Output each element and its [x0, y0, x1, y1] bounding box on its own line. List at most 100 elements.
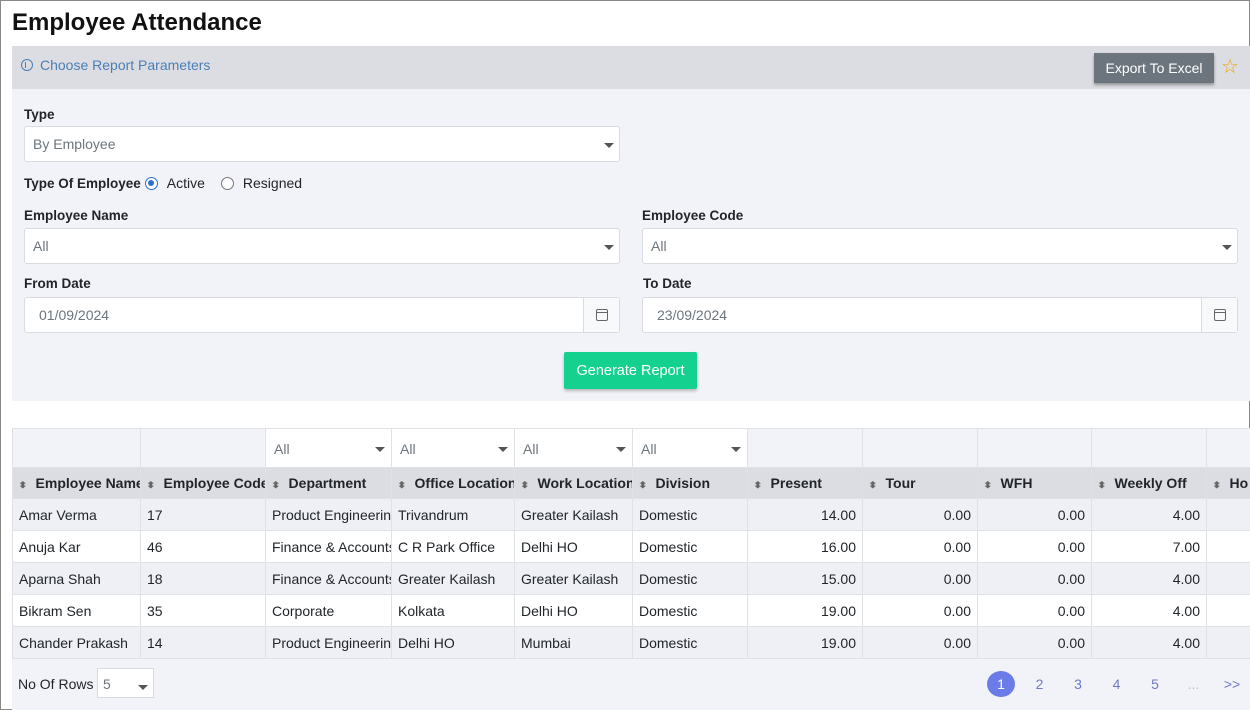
table-cell: Finance & Accounts [265, 562, 392, 595]
column-header[interactable]: ⬍ Department [265, 467, 392, 499]
filter-cell: All [265, 428, 392, 468]
chevron-down-icon [498, 447, 508, 452]
column-filter-select[interactable]: All [516, 433, 632, 463]
calendar-icon [596, 309, 608, 321]
export-to-excel-button[interactable]: Export To Excel [1094, 53, 1214, 83]
column-filter-select[interactable]: All [634, 433, 747, 463]
favorite-star-icon[interactable]: ☆ [1221, 54, 1239, 79]
sort-icon[interactable]: ⬍ [1212, 480, 1221, 491]
employee-name-select[interactable]: All [24, 228, 620, 264]
column-header[interactable]: ⬍ Weekly Off [1091, 467, 1207, 499]
sort-icon[interactable]: ⬍ [397, 480, 406, 491]
to-date-input[interactable]: 23/09/2024 [642, 297, 1238, 333]
filter-cell-empty [747, 428, 863, 468]
table-cell: 4.00 [1091, 562, 1207, 595]
page-button[interactable]: 2 [1026, 671, 1054, 697]
table-row[interactable]: Chander Prakash 14 Product Engineering Delh… [12, 626, 1250, 658]
page-button[interactable]: 5 [1141, 671, 1169, 697]
chevron-down-icon [616, 447, 626, 452]
column-header[interactable]: ⬍ Work Location [514, 467, 633, 499]
table-cell: Greater Kailash [514, 562, 633, 595]
column-header-label: Ho [1229, 475, 1249, 491]
radio-resigned[interactable] [220, 176, 234, 190]
table-cell: Product Engineering [265, 626, 392, 658]
calendar-icon [1214, 309, 1226, 321]
sort-icon[interactable]: ⬍ [753, 480, 762, 491]
table-cell: 15.00 [747, 562, 863, 595]
employee-code-label: Employee Code [642, 208, 744, 223]
table-cell: Corporate [265, 594, 392, 627]
column-filter-select[interactable]: All [267, 433, 391, 463]
table-cell: 0.00 [977, 498, 1092, 531]
column-header[interactable]: ⬍ Employee Code [140, 467, 266, 499]
column-header-label: Tour [885, 475, 916, 491]
params-bar: Choose Report Parameters Export To Excel… [12, 46, 1250, 89]
table-row[interactable]: Aparna Shah 18 Finance & Accounts Greater K… [12, 562, 1250, 595]
radio-active[interactable] [144, 176, 158, 190]
column-header[interactable]: ⬍ WFH [977, 467, 1092, 499]
generate-report-button[interactable]: Generate Report [564, 352, 697, 389]
table-cell [1206, 530, 1250, 563]
table-cell: Domestic [632, 498, 748, 531]
sort-icon[interactable]: ⬍ [868, 480, 877, 491]
from-date-value: 01/09/2024 [39, 307, 110, 323]
employee-code-select[interactable]: All [642, 228, 1238, 264]
chevron-down-icon [604, 143, 614, 148]
table-cell: 4.00 [1091, 626, 1207, 658]
chevron-down-icon [731, 447, 741, 452]
filter-cell-empty [977, 428, 1092, 468]
sort-icon[interactable]: ⬍ [983, 480, 992, 491]
filter-cell: All [632, 428, 748, 468]
table-cell: 0.00 [862, 498, 978, 531]
sort-icon[interactable]: ⬍ [146, 480, 155, 491]
type-select[interactable]: By Employee [24, 126, 620, 162]
attendance-table: All All All All ⬍ Employee Name ⬍ Employee Code… [12, 428, 1250, 658]
page-button[interactable]: 3 [1064, 671, 1092, 697]
column-filter-select[interactable]: All [393, 433, 514, 463]
table-row[interactable]: Amar Verma 17 Product Engineering Trivandru… [12, 498, 1250, 531]
rows-per-page-select[interactable]: 5 [97, 668, 154, 698]
sort-icon[interactable]: ⬍ [18, 480, 27, 491]
to-date-picker-button[interactable] [1201, 298, 1237, 332]
chevron-down-icon [375, 447, 385, 452]
filter-cell-empty [12, 428, 141, 468]
column-header[interactable]: ⬍ Employee Name [12, 467, 141, 499]
page-button[interactable]: 4 [1103, 671, 1131, 697]
column-header[interactable]: ⬍ Division [632, 467, 748, 499]
column-header-label: Employee Name [35, 475, 141, 491]
table-cell: 0.00 [977, 562, 1092, 595]
table-cell: 4.00 [1091, 498, 1207, 531]
table-cell: Delhi HO [514, 530, 633, 563]
column-header[interactable]: ⬍ Tour [862, 467, 978, 499]
column-header[interactable]: ⬍ Present [747, 467, 863, 499]
toggle-icon [21, 59, 33, 71]
table-row[interactable]: Bikram Sen 35 Corporate Kolkata Delhi HO Dome… [12, 594, 1250, 627]
header-row: ⬍ Employee Name ⬍ Employee Code ⬍ Department ⬍… [12, 467, 1250, 499]
table-row[interactable]: Anuja Kar 46 Finance & Accounts C R Park Of… [12, 530, 1250, 563]
page-button[interactable]: 1 [987, 671, 1015, 697]
table-cell: C R Park Office [391, 530, 515, 563]
from-date-input[interactable]: 01/09/2024 [24, 297, 620, 333]
filter-cell: All [514, 428, 633, 468]
column-header[interactable]: ⬍ Ho [1206, 467, 1250, 499]
table-cell: Delhi HO [391, 626, 515, 658]
column-filter-value: All [641, 441, 657, 457]
sort-icon[interactable]: ⬍ [1097, 480, 1106, 491]
table-cell [1206, 626, 1250, 658]
sort-icon[interactable]: ⬍ [638, 480, 647, 491]
choose-params-link[interactable]: Choose Report Parameters [21, 57, 210, 73]
type-select-value: By Employee [33, 136, 116, 152]
choose-params-label: Choose Report Parameters [40, 57, 211, 73]
column-header[interactable]: ⬍ Office Location [391, 467, 515, 499]
column-header-label: Division [655, 475, 711, 491]
next-pages-button[interactable]: >> [1218, 671, 1246, 697]
from-date-picker-button[interactable] [583, 298, 619, 332]
filter-cell-empty [1091, 428, 1207, 468]
sort-icon[interactable]: ⬍ [271, 480, 280, 491]
table-cell: 0.00 [862, 626, 978, 658]
params-form: Type By Employee Type Of Employee Active… [12, 89, 1250, 401]
radio-resigned-label: Resigned [242, 175, 303, 191]
table-cell: 18 [140, 562, 266, 595]
pagination-ellipsis: ... [1187, 676, 1200, 692]
sort-icon[interactable]: ⬍ [520, 480, 529, 491]
